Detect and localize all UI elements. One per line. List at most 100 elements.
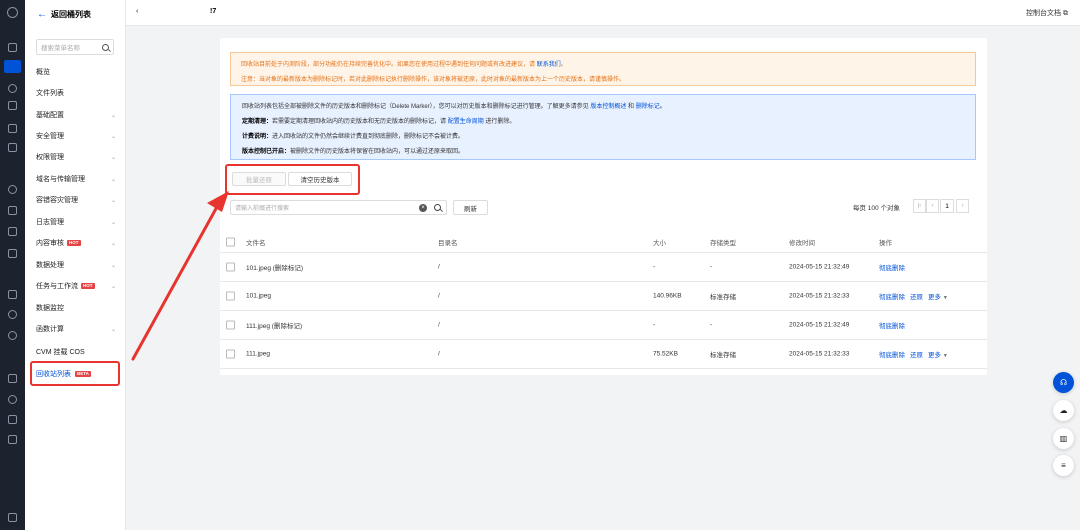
- bucket-name: !7: [210, 8, 217, 15]
- chevron-down-icon: ⌄: [110, 133, 116, 140]
- file-size: 75.52KB: [653, 350, 678, 358]
- sidebar-item-label: 权限管理: [36, 154, 64, 161]
- book-icon[interactable]: ▥: [1053, 428, 1074, 449]
- sidebar-item[interactable]: 任务与工作流 HOT ⌄: [36, 279, 116, 293]
- settings-icon[interactable]: [8, 395, 17, 404]
- chevron-down-icon: ⌄: [110, 262, 116, 269]
- sidebar-item[interactable]: 容错容灾管理 ⌄: [36, 193, 116, 207]
- globe-icon[interactable]: [8, 185, 17, 194]
- doc-icon[interactable]: [8, 227, 17, 236]
- prefix-search-input[interactable]: 请输入前缀进行搜索 ×: [230, 200, 447, 215]
- archive-icon[interactable]: [8, 435, 17, 444]
- highlight-box-menu: [30, 361, 120, 386]
- menu-search-input[interactable]: 搜索菜单名称: [36, 39, 114, 55]
- restore-link[interactable]: 还原: [910, 291, 923, 301]
- sidebar-item-label: 安全管理: [36, 133, 64, 140]
- cos-icon[interactable]: [4, 60, 21, 73]
- chevron-down-icon: ⌄: [110, 283, 116, 290]
- next-page-button[interactable]: ›: [956, 199, 969, 213]
- dir-name: /: [438, 350, 440, 358]
- table-row: 101.jpeg / 140.96KB 标准存储 2024-05-15 21:32:33…: [220, 282, 987, 311]
- link-icon[interactable]: [8, 84, 17, 93]
- sidebar-item[interactable]: 域名与传输管理 ⌄: [36, 172, 116, 186]
- caret-down-icon: ▼: [942, 295, 948, 301]
- sidebar-item[interactable]: 函数计算 ⌄: [36, 322, 116, 336]
- calendar-icon[interactable]: [8, 101, 17, 110]
- prev-page-button[interactable]: ‹: [926, 199, 939, 213]
- clear-icon[interactable]: ×: [419, 204, 427, 212]
- file-name: 111.jpeg (删除标记): [246, 323, 303, 330]
- sidebar-item-label: 内容审核: [36, 240, 64, 247]
- trash-icon[interactable]: [8, 290, 17, 299]
- sidebar-item[interactable]: 权限管理 ⌄: [36, 150, 116, 164]
- search-icon[interactable]: [434, 204, 441, 211]
- layers-icon[interactable]: [8, 415, 17, 424]
- refresh-button[interactable]: 刷新: [453, 200, 488, 215]
- support-icon[interactable]: ☊: [1053, 372, 1074, 393]
- console-doc-link[interactable]: 控制台文档 ⧉: [1026, 8, 1068, 18]
- permanent-delete-link[interactable]: 彻底删除: [879, 291, 905, 301]
- sidebar-item-label: 基础配置: [36, 112, 64, 119]
- row-checkbox[interactable]: [226, 320, 235, 330]
- chevron-down-icon: ⌄: [110, 197, 116, 204]
- sidebar-item[interactable]: 安全管理 ⌄: [36, 129, 116, 143]
- sidebar-item-label: 任务与工作流: [36, 283, 78, 290]
- cloud-icon[interactable]: ☁: [1053, 400, 1074, 421]
- back-to-bucket-list[interactable]: ← 返回桶列表: [37, 9, 91, 20]
- clock-icon[interactable]: [8, 331, 17, 340]
- permanent-delete-link[interactable]: 彻底删除: [879, 262, 905, 272]
- sidebar-item[interactable]: 数据处理 ⌄: [36, 258, 116, 272]
- table-row: 101.jpeg (删除标记) / - - 2024-05-15 21:32:49 彻底删…: [220, 253, 987, 282]
- dir-name: /: [438, 321, 440, 329]
- modified-time: 2024-05-15 21:32:49: [789, 321, 850, 329]
- versioning-overview-link[interactable]: 版本控制概述: [590, 104, 626, 110]
- sidebar-item[interactable]: 概览: [36, 65, 116, 79]
- row-actions: 彻底删除: [879, 320, 905, 330]
- row-checkbox[interactable]: [226, 262, 235, 272]
- permanent-delete-link[interactable]: 彻底删除: [879, 349, 905, 359]
- breadcrumb[interactable]: ‹: [136, 8, 138, 15]
- branch-icon[interactable]: [8, 206, 17, 215]
- delete-marker-link[interactable]: 删除标记: [636, 104, 660, 110]
- search-icon[interactable]: [102, 43, 109, 51]
- list-icon[interactable]: ≡: [1053, 455, 1074, 476]
- chevron-down-icon: ⌄: [110, 154, 116, 161]
- sidebar-item-label: 日志管理: [36, 219, 64, 226]
- modified-time: 2024-05-15 21:32:33: [789, 350, 850, 358]
- logo-icon[interactable]: [7, 7, 18, 18]
- sidebar-item[interactable]: 数据监控: [36, 301, 116, 315]
- file-name: 101.jpeg (删除标记): [246, 265, 304, 272]
- restore-link[interactable]: 还原: [910, 349, 923, 359]
- first-page-button[interactable]: |‹: [913, 199, 926, 213]
- row-actions: 彻底删除 还原 更多 ▼: [879, 291, 948, 301]
- server-icon[interactable]: [8, 249, 17, 258]
- row-checkbox[interactable]: [226, 349, 235, 359]
- lifecycle-config-link[interactable]: 配置生命周期: [448, 119, 484, 125]
- sidebar-item[interactable]: 内容审核 HOT ⌄: [36, 236, 116, 250]
- sidebar-item[interactable]: 日志管理 ⌄: [36, 215, 116, 229]
- modified-time: 2024-05-15 21:32:49: [789, 263, 850, 271]
- dataset-icon[interactable]: [8, 143, 17, 152]
- sidebar-item-label: 数据处理: [36, 262, 64, 269]
- storage-type: -: [710, 263, 713, 271]
- sidebar-item[interactable]: 文件列表: [36, 86, 116, 100]
- row-checkbox[interactable]: [226, 291, 235, 301]
- icon-rail: [0, 0, 25, 530]
- permanent-delete-link[interactable]: 彻底删除: [879, 320, 905, 330]
- select-all-checkbox[interactable]: [226, 237, 235, 246]
- more-menu[interactable]: 更多 ▼: [928, 349, 948, 359]
- arrow-left-icon: ←: [37, 9, 47, 20]
- sidebar-item[interactable]: 基础配置 ⌄: [36, 108, 116, 122]
- book-icon[interactable]: [8, 124, 17, 133]
- sidebar-item[interactable]: CVM 挂载 COS: [36, 345, 116, 359]
- chevron-down-icon: ⌄: [110, 176, 116, 183]
- more-menu[interactable]: 更多 ▼: [928, 291, 948, 301]
- grid-icon[interactable]: [8, 43, 17, 52]
- box-icon[interactable]: [8, 374, 17, 383]
- search-icon[interactable]: [8, 310, 17, 319]
- file-name: 101.jpeg: [246, 292, 271, 300]
- chevron-down-icon: ⌄: [110, 112, 116, 119]
- collapse-icon[interactable]: [8, 513, 17, 522]
- contact-us-link[interactable]: 联系我们: [537, 62, 561, 68]
- table-row: 111.jpeg (删除标记) / - - 2024-05-15 21:32:49 彻底删…: [220, 311, 987, 340]
